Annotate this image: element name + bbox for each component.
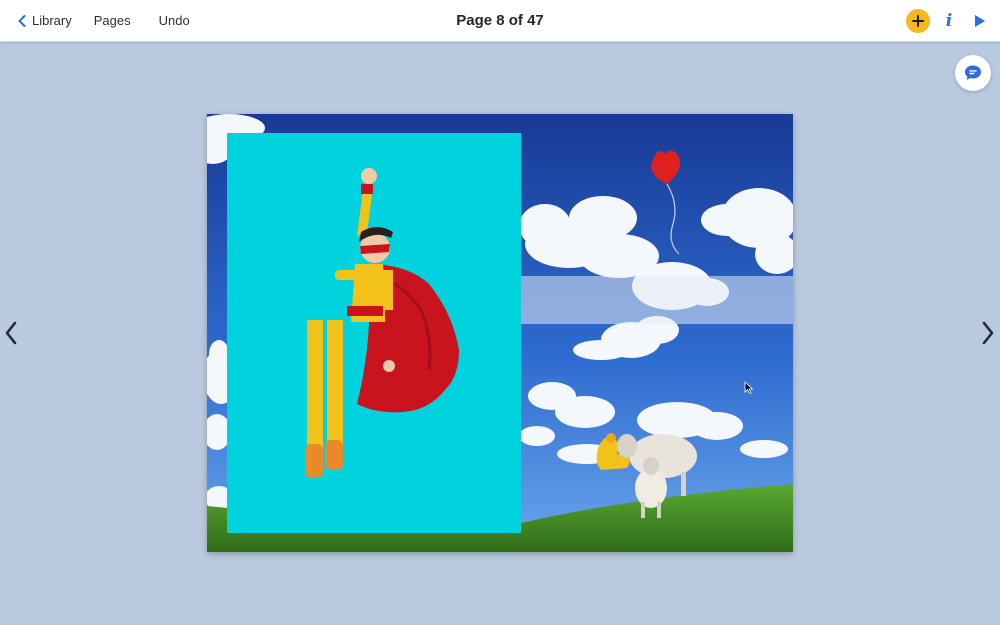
chevron-left-icon <box>18 14 26 27</box>
previous-page-button[interactable] <box>4 321 18 350</box>
play-icon <box>975 14 985 27</box>
undo-button[interactable]: Undo <box>159 13 190 28</box>
add-button[interactable] <box>906 8 930 33</box>
play-button[interactable] <box>974 14 986 28</box>
next-page-button[interactable] <box>981 321 995 350</box>
plus-icon <box>912 14 924 27</box>
library-label: Library <box>32 13 72 28</box>
toolbar-right-group: i <box>906 0 986 41</box>
top-toolbar: Library Pages Undo Page 8 of 47 i <box>0 0 1000 42</box>
chevron-right-icon <box>982 321 994 345</box>
info-icon: i <box>945 10 953 31</box>
chat-bubble-icon <box>965 65 981 80</box>
info-button[interactable]: i <box>944 11 954 31</box>
toolbar-left-group: Library Pages Undo <box>18 0 218 41</box>
library-back-button[interactable]: Library <box>18 13 72 28</box>
chevron-left-icon <box>5 321 17 345</box>
comment-button[interactable] <box>955 55 991 91</box>
pages-button[interactable]: Pages <box>94 13 131 28</box>
book-page[interactable] <box>207 114 793 552</box>
page-artwork <box>207 114 793 552</box>
